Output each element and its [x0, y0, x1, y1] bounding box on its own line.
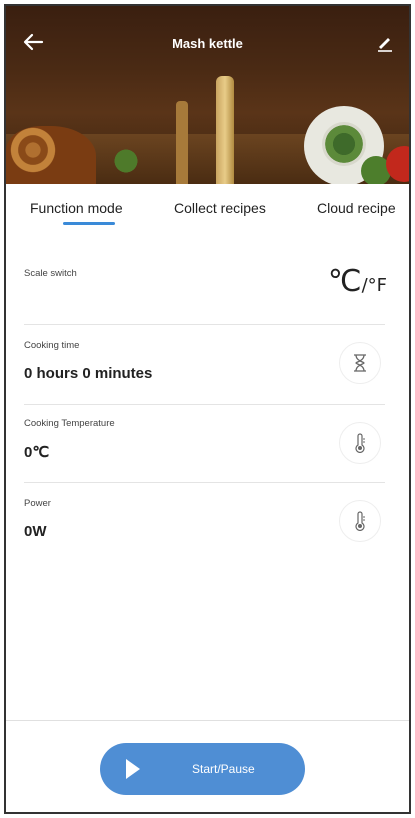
divider: [24, 404, 385, 405]
tab-bar: Function mode Collect recipes Cloud reci…: [6, 184, 409, 228]
app-frame: Mash kettle Function mode Collect recipe…: [4, 4, 411, 814]
celsius-unit: ℃: [327, 264, 362, 299]
play-icon: [126, 759, 140, 779]
tab-function-mode[interactable]: Function mode: [30, 200, 123, 216]
cooking-time-row: Cooking time 0 hours 0 minutes: [24, 340, 391, 382]
cooking-temperature-label: Cooking Temperature: [24, 418, 115, 429]
divider: [24, 324, 385, 325]
start-pause-label: Start/Pause: [192, 762, 255, 776]
tab-collect-recipes[interactable]: Collect recipes: [174, 200, 266, 216]
page-title: Mash kettle: [172, 36, 243, 51]
power-button[interactable]: [339, 500, 381, 542]
cooking-temperature-button[interactable]: [339, 422, 381, 464]
power-value: 0W: [24, 523, 47, 540]
cooking-temperature-row: Cooking Temperature 0℃: [24, 418, 391, 461]
active-tab-indicator: [63, 222, 115, 225]
unit-toggle[interactable]: ℃/°F: [328, 264, 387, 299]
banner-bottle-small: [176, 101, 188, 184]
banner-spices: [6, 126, 96, 184]
fahrenheit-unit: /°F: [361, 275, 387, 296]
thermometer-icon: [355, 511, 365, 531]
power-label: Power: [24, 498, 51, 509]
start-pause-button[interactable]: Start/Pause: [100, 743, 305, 795]
cooking-time-label: Cooking time: [24, 340, 80, 351]
banner-herb: [106, 141, 146, 181]
power-row: Power 0W: [24, 498, 391, 540]
divider: [24, 482, 385, 483]
hourglass-icon: [354, 354, 366, 372]
header-banner: Mash kettle: [6, 6, 409, 184]
cooking-time-value: 0 hours 0 minutes: [24, 365, 153, 382]
pencil-icon: [378, 38, 392, 52]
bottom-divider: [6, 720, 409, 721]
edit-button[interactable]: [374, 32, 396, 54]
thermometer-icon: [355, 433, 365, 453]
banner-bottle: [216, 76, 234, 184]
cooking-temperature-value: 0℃: [24, 444, 50, 461]
cooking-time-button[interactable]: [339, 342, 381, 384]
tab-cloud-recipe[interactable]: Cloud recipe: [317, 200, 396, 216]
